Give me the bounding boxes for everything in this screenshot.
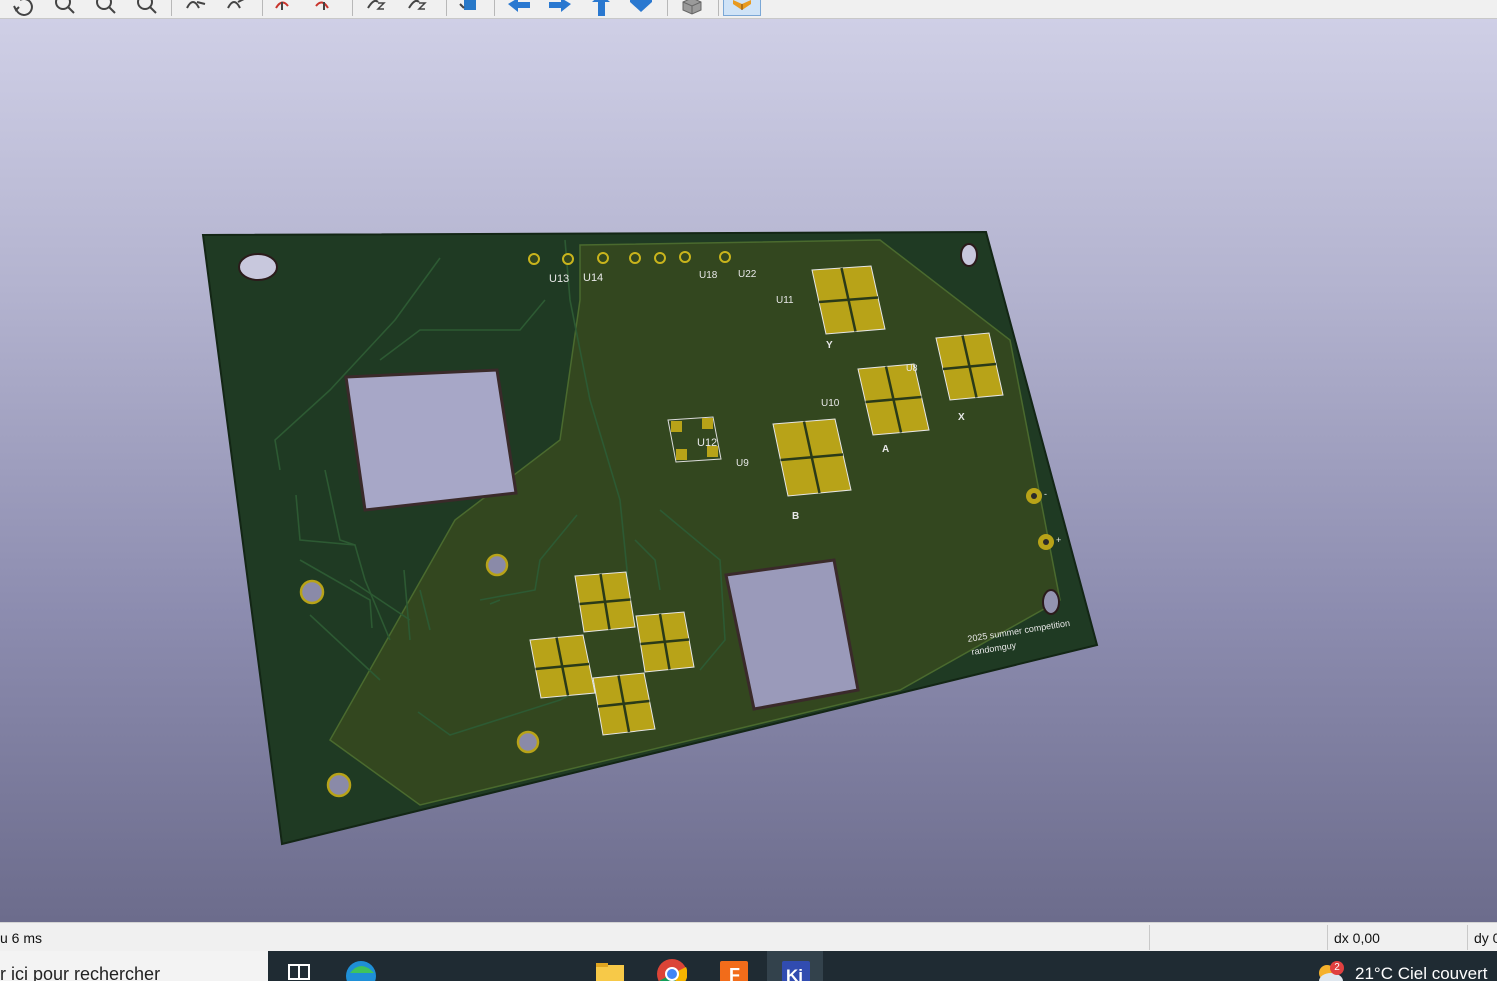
silk-u22: U22: [738, 269, 757, 280]
dpad-up-footprint: [574, 571, 636, 633]
flip-board-icon[interactable]: [456, 0, 482, 16]
3d-viewport[interactable]: U13 U14 U18 U22 U11 U8 U10 U12 U9 Y A X …: [0, 19, 1497, 922]
toolbar: [0, 0, 1497, 19]
weather-text[interactable]: 21°C Ciel couvert: [1355, 951, 1487, 981]
rotate-x-cw-icon[interactable]: [183, 0, 209, 16]
rotate-z-ccw-icon[interactable]: [405, 0, 431, 16]
status-bar: u 6 ms dx 0,00 dy 0: [0, 922, 1497, 952]
silk-u8: U8: [906, 363, 918, 373]
svg-text:F: F: [729, 965, 740, 981]
silk-u12: U12: [697, 437, 717, 449]
rotate-icon[interactable]: [10, 0, 36, 16]
move-left-icon[interactable]: [506, 0, 532, 16]
silk-y: Y: [826, 340, 833, 351]
dpad-left-footprint: [529, 634, 596, 699]
file-explorer-icon[interactable]: [595, 959, 625, 981]
silk-u11: U11: [776, 295, 794, 306]
zoom-out-icon[interactable]: [93, 0, 119, 16]
silk-u14: U14: [583, 272, 603, 284]
svg-text:Ki: Ki: [786, 966, 803, 981]
silk-b: B: [792, 511, 799, 522]
silk-x: X: [958, 412, 965, 423]
zoom-in-icon[interactable]: [52, 0, 78, 16]
edge-icon[interactable]: [346, 959, 376, 981]
rotate-y-cw-icon[interactable]: [270, 0, 296, 16]
rotate-y-ccw-icon[interactable]: [310, 0, 336, 16]
silk-u10: U10: [821, 398, 840, 409]
silk-u18: U18: [699, 270, 718, 281]
render-mode-icon[interactable]: [723, 0, 761, 16]
dpad-right-footprint: [635, 611, 695, 673]
silk-u13: U13: [549, 273, 569, 285]
pcb-render: U13 U14 U18 U22 U11 U8 U10 U12 U9 Y A X …: [201, 230, 1099, 846]
move-down-icon[interactable]: [628, 0, 654, 16]
silk-u9: U9: [736, 458, 749, 469]
rotate-x-ccw-icon[interactable]: [224, 0, 250, 16]
render-time-status: u 6 ms: [0, 930, 43, 946]
kicad-icon[interactable]: Ki: [781, 959, 811, 981]
dpad-down-footprint: [592, 672, 656, 736]
dx-status: dx 0,00: [1334, 930, 1380, 946]
task-view-icon[interactable]: [287, 959, 317, 981]
silk-minus: -: [1044, 489, 1047, 499]
ortho-view-icon[interactable]: [679, 0, 705, 16]
move-right-icon[interactable]: [547, 0, 573, 16]
chrome-icon[interactable]: [657, 959, 688, 981]
windows-taskbar: r ici pour rechercher F Ki 2 21°C Ciel c…: [0, 951, 1497, 981]
silk-a: A: [882, 444, 889, 455]
zoom-fit-icon[interactable]: [134, 0, 160, 16]
taskbar-search-input[interactable]: r ici pour rechercher: [0, 951, 268, 981]
silk-plus: +: [1056, 535, 1061, 545]
fusion-icon[interactable]: F: [719, 959, 749, 981]
weather-badge: 2: [1330, 961, 1344, 975]
rotate-z-cw-icon[interactable]: [364, 0, 390, 16]
board-cutout-left: [344, 368, 518, 512]
move-up-icon[interactable]: [588, 0, 614, 16]
dy-status: dy 0: [1474, 930, 1497, 946]
